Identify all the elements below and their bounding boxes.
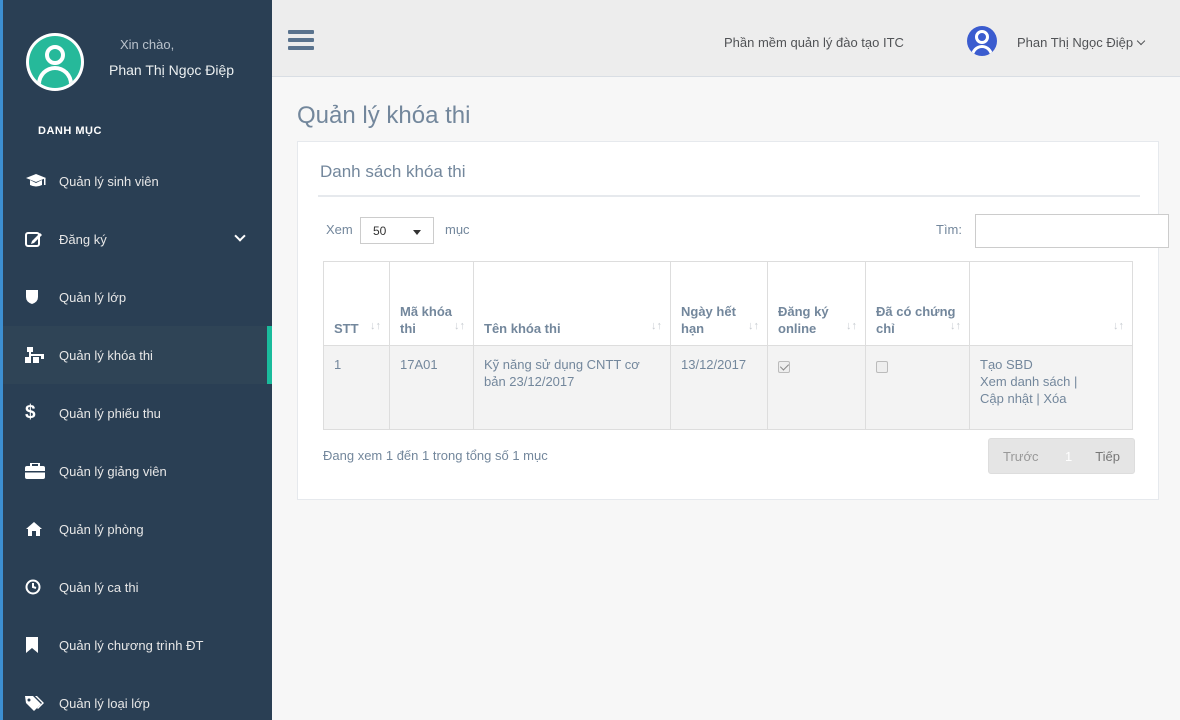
top-user-name: Phan Thị Ngọc Điệp <box>1017 35 1134 50</box>
tags-icon <box>25 695 59 711</box>
cell-actions: Tạo SBD Xem danh sách | Cập nhật | Xóa <box>969 345 1133 430</box>
sidebar-item-exam-courses[interactable]: Quản lý khóa thi <box>3 326 272 384</box>
column-header-stt[interactable]: STT ↓↑ <box>323 261 390 346</box>
sidebar-item-label: Quản lý ca thi <box>59 579 139 595</box>
search-input[interactable] <box>975 214 1169 248</box>
table-info: Đang xem 1 đến 1 trong tổng số 1 mục <box>323 448 548 463</box>
length-suffix: mục <box>445 222 470 237</box>
home-icon <box>25 521 59 537</box>
sidebar-item-exam-shifts[interactable]: Quản lý ca thi <box>3 558 272 616</box>
briefcase-icon <box>25 463 59 479</box>
sort-icon: ↓↑ <box>950 320 961 332</box>
sidebar-item-label: Quản lý phiếu thu <box>59 405 161 421</box>
cell-online <box>767 345 866 430</box>
sidebar-item-label: Quản lý khóa thi <box>59 347 153 363</box>
header-label: Mã khóa thi <box>400 304 453 336</box>
view-list-link[interactable]: Xem danh sách | <box>980 373 1122 390</box>
cell-expiry: 13/12/2017 <box>670 345 768 430</box>
dropdown-arrow-icon <box>413 230 421 235</box>
chevron-down-icon <box>1136 36 1146 46</box>
bookmark-icon <box>25 637 59 653</box>
sidebar-item-label: Quản lý loại lớp <box>59 695 150 711</box>
page-length-select[interactable]: 50 <box>360 217 434 244</box>
create-sbd-link[interactable]: Tạo SBD <box>980 356 1122 373</box>
divider <box>318 195 1140 197</box>
menu-toggle-icon[interactable] <box>288 30 314 50</box>
column-header-online[interactable]: Đăng ký online ↓↑ <box>767 261 866 346</box>
certified-checkbox[interactable] <box>876 361 888 373</box>
exam-course-table: STT ↓↑ Mã khóa thi ↓↑ Tên khóa thi ↓↑ Ngày … <box>323 261 1133 430</box>
sidebar-menu: Quản lý sinh viên Đăng ký Quản lý lớp Qu… <box>3 152 272 720</box>
sidebar-item-label: Quản lý chương trình ĐT <box>59 637 204 653</box>
column-header-name[interactable]: Tên khóa thi ↓↑ <box>473 261 671 346</box>
sort-icon: ↓↑ <box>846 320 857 332</box>
top-navbar: Phần mềm quản lý đào tạo ITC Phan Thị Ng… <box>272 0 1180 77</box>
sidebar-item-classes[interactable]: Quản lý lớp <box>3 268 272 326</box>
sidebar-item-class-types[interactable]: Quản lý loại lớp <box>3 674 272 720</box>
pagination: Trước 1 Tiếp <box>988 438 1135 474</box>
sort-icon: ↓↑ <box>454 320 465 332</box>
column-header-certified[interactable]: Đã có chứng chỉ ↓↑ <box>865 261 970 346</box>
sidebar: Xin chào, Phan Thị Ngọc Điệp DANH MỤC Qu… <box>0 0 272 720</box>
sidebar-item-label: Đăng ký <box>59 231 107 247</box>
cell-stt: 1 <box>323 345 390 430</box>
avatar <box>26 33 84 91</box>
clock-icon <box>25 579 59 595</box>
update-delete-links[interactable]: Cập nhật | Xóa <box>980 390 1122 407</box>
dollar-icon: $ <box>25 402 36 423</box>
column-header-actions[interactable]: ↓↑ <box>969 261 1133 346</box>
profile-block: Xin chào, Phan Thị Ngọc Điệp <box>3 0 272 118</box>
sort-icon: ↓↑ <box>748 320 759 332</box>
search-label: Tìm: <box>936 222 962 237</box>
user-menu-dropdown[interactable]: Phan Thị Ngọc Điệp <box>1017 35 1146 50</box>
greeting-text: Xin chào, <box>120 37 175 52</box>
header-label: Tên khóa thi <box>484 321 561 336</box>
exam-course-panel: Danh sách khóa thi Xem 50 mục Tìm: STT ↓↑… <box>297 141 1169 500</box>
sidebar-item-rooms[interactable]: Quản lý phòng <box>3 500 272 558</box>
user-icon <box>29 36 81 88</box>
sort-icon: ↓↑ <box>651 320 662 332</box>
sidebar-item-label: Quản lý phòng <box>59 521 144 537</box>
column-header-code[interactable]: Mã khóa thi ↓↑ <box>389 261 474 346</box>
prev-page-button[interactable]: Trước <box>1003 449 1039 464</box>
sidebar-item-label: Quản lý giảng viên <box>59 463 167 479</box>
graduation-cap-icon <box>25 173 59 189</box>
sidebar-item-receipts[interactable]: $ Quản lý phiếu thu <box>3 384 272 442</box>
chevron-down-icon[interactable] <box>234 230 246 242</box>
sidebar-item-programs[interactable]: Quản lý chương trình ĐT <box>3 616 272 674</box>
page-length-value: 50 <box>373 224 387 238</box>
header-label: Đăng ký online <box>778 304 829 336</box>
sidebar-item-label: Quản lý sinh viên <box>59 173 159 189</box>
panel-title: Danh sách khóa thi <box>320 162 466 181</box>
user-avatar-icon[interactable] <box>967 26 997 56</box>
next-page-button[interactable]: Tiếp <box>1095 449 1120 464</box>
page-title: Quản lý khóa thi <box>297 102 471 129</box>
cell-code: 17A01 <box>389 345 474 430</box>
header-label: STT <box>334 321 359 336</box>
menu-section-title: DANH MỤC <box>38 125 102 137</box>
cell-certified <box>865 345 970 430</box>
header-label: Đã có chứng chỉ <box>876 304 956 336</box>
sort-icon: ↓↑ <box>370 320 381 332</box>
sitemap-icon <box>25 347 59 363</box>
profile-user-name: Phan Thị Ngọc Điệp <box>109 62 235 78</box>
sidebar-item-registration[interactable]: Đăng ký <box>3 210 272 268</box>
edit-icon <box>25 231 59 247</box>
length-prefix: Xem <box>326 222 353 237</box>
app-title: Phần mềm quản lý đào tạo ITC <box>724 35 904 50</box>
sort-icon: ↓↑ <box>1113 320 1124 332</box>
sidebar-item-lecturers[interactable]: Quản lý giảng viên <box>3 442 272 500</box>
header-label: Ngày hết hạn <box>681 304 736 336</box>
sidebar-item-students[interactable]: Quản lý sinh viên <box>3 152 272 210</box>
column-header-expiry[interactable]: Ngày hết hạn ↓↑ <box>670 261 768 346</box>
shield-icon <box>25 289 59 305</box>
sidebar-item-label: Quản lý lớp <box>59 289 127 305</box>
table-row: 1 17A01 Kỹ năng sử dụng CNTT cơ bản 23/1… <box>323 345 1133 430</box>
cell-name: Kỹ năng sử dụng CNTT cơ bản 23/12/2017 <box>473 345 671 430</box>
online-checkbox[interactable] <box>778 361 790 373</box>
page-number-button[interactable]: 1 <box>1065 449 1072 464</box>
